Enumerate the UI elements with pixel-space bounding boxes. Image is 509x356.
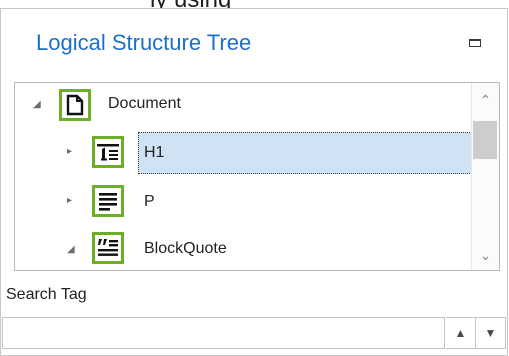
tree-node-document[interactable]: ◢ Document <box>15 83 472 127</box>
blockquote-icon <box>92 232 124 264</box>
search-down-icon[interactable]: ▼ <box>476 317 506 349</box>
tree-node-p[interactable]: ▸ P <box>15 181 472 225</box>
tree-node-label: BlockQuote <box>144 240 227 257</box>
minimize-icon[interactable] <box>469 39 481 47</box>
scroll-up-icon[interactable]: ⌃ <box>472 89 499 111</box>
tree-node-label: P <box>144 193 155 210</box>
tree-scrollbar[interactable]: ⌃ ⌄ <box>471 83 499 270</box>
search-tag-label: Search Tag <box>6 286 87 303</box>
document-icon <box>59 89 91 121</box>
scroll-down-icon[interactable]: ⌄ <box>472 244 499 266</box>
expand-arrow-icon[interactable]: ▸ <box>67 146 72 157</box>
collapse-arrow-icon[interactable]: ◢ <box>67 244 75 255</box>
heading1-icon <box>92 136 124 168</box>
tree-node-label: H1 <box>144 144 165 161</box>
tree-node-label: Document <box>108 95 181 112</box>
collapse-arrow-icon[interactable]: ◢ <box>33 99 41 110</box>
search-up-icon[interactable]: ▲ <box>446 317 476 349</box>
panel-title: Logical Structure Tree <box>36 30 252 55</box>
tree-node-h1[interactable]: ▸ H1 <box>15 132 472 176</box>
tree-node-blockquote[interactable]: ◢ BlockQuote <box>15 228 472 270</box>
paragraph-icon <box>92 185 124 217</box>
expand-arrow-icon[interactable]: ▸ <box>67 195 72 206</box>
scroll-thumb[interactable] <box>473 121 497 159</box>
search-tag-input[interactable] <box>2 317 445 349</box>
structure-tree[interactable]: ◢ Document ▸ H1 ▸ P ◢ BlockQuote ⌃ ⌄ <box>14 82 500 271</box>
